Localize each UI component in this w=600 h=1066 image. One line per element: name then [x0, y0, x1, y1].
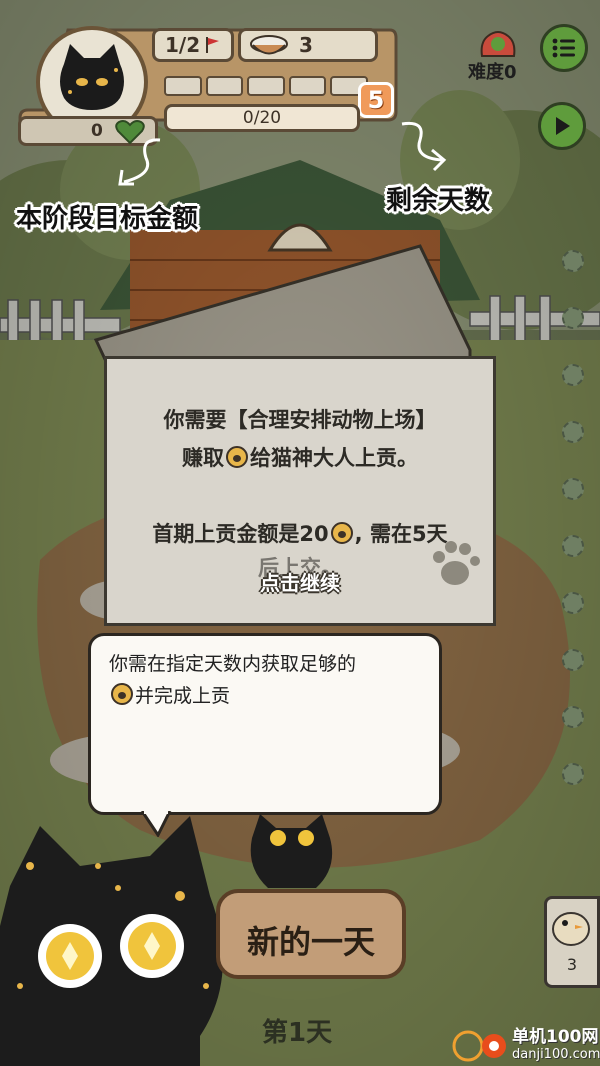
menu-button[interactable]: [540, 24, 588, 72]
bubble-line-1: 你需在指定天数内获取足够的: [109, 653, 357, 675]
side-card[interactable]: 3: [544, 896, 600, 988]
goal-segments: [164, 76, 368, 96]
menu-icon: [552, 38, 575, 58]
bowl-count: 3: [299, 33, 313, 57]
annotation-target-amount: 本阶段目标金额: [16, 204, 199, 234]
chicken-icon: [552, 912, 590, 946]
side-track: [562, 250, 584, 820]
tutorial-speech-bubble[interactable]: 你需在指定天数内获取足够的 并完成上贡: [88, 633, 442, 815]
watermark-logo: [452, 1030, 506, 1062]
days-remaining-value: 5: [367, 86, 385, 114]
bowl-count-chip: 3: [238, 28, 378, 62]
days-remaining-badge: 5: [358, 82, 394, 118]
goal-progress-bar: 0/20: [164, 104, 360, 132]
flag-icon: [206, 37, 220, 53]
side-card-count: 3: [566, 955, 578, 974]
dialog-line-1: 你需要【合理安排动物上场】: [163, 408, 437, 432]
watermark-text: 单机100网 danji100.com: [512, 1028, 600, 1064]
tutorial-dialog[interactable]: 你需要【合理安排动物上场】 赚取 给猫神大人上贡。 首期上贡金额是20, 需在5天…: [104, 356, 496, 626]
paw-coin-icon: [111, 683, 133, 705]
tap-to-continue[interactable]: 点击继续: [107, 567, 493, 596]
paw-coin-icon: [226, 446, 248, 468]
difficulty-label: 难度0: [468, 62, 517, 83]
small-black-cat: [250, 814, 333, 888]
arrow-remaining-days: [401, 121, 447, 172]
paw-coin-icon: [330, 522, 353, 544]
arrow-target-amount: [118, 138, 161, 186]
level-progress-text: 1/2: [165, 33, 201, 57]
watermark-site-cn: 单机100网: [512, 1027, 599, 1047]
black-cat-character: [0, 816, 223, 1066]
play-button[interactable]: [538, 102, 586, 150]
annotation-remaining-days: 剩余天数: [386, 186, 491, 216]
day-label: 第1天: [262, 1018, 333, 1048]
new-day-button[interactable]: 新的一天: [216, 889, 406, 979]
new-day-label: 新的一天: [246, 923, 375, 961]
watermark-site-url: danji100.com: [512, 1047, 600, 1062]
level-progress-chip: 1/2: [152, 28, 234, 62]
play-icon: [556, 117, 570, 135]
coin-count: 0: [91, 121, 103, 141]
difficulty-icon: [480, 31, 516, 57]
bubble-line-2: 并完成上贡: [109, 680, 429, 712]
goal-progress-text: 0/20: [242, 108, 282, 128]
dialog-line-2: 赚取 给猫神大人上贡。: [182, 446, 418, 470]
bowl-icon: [250, 35, 288, 55]
